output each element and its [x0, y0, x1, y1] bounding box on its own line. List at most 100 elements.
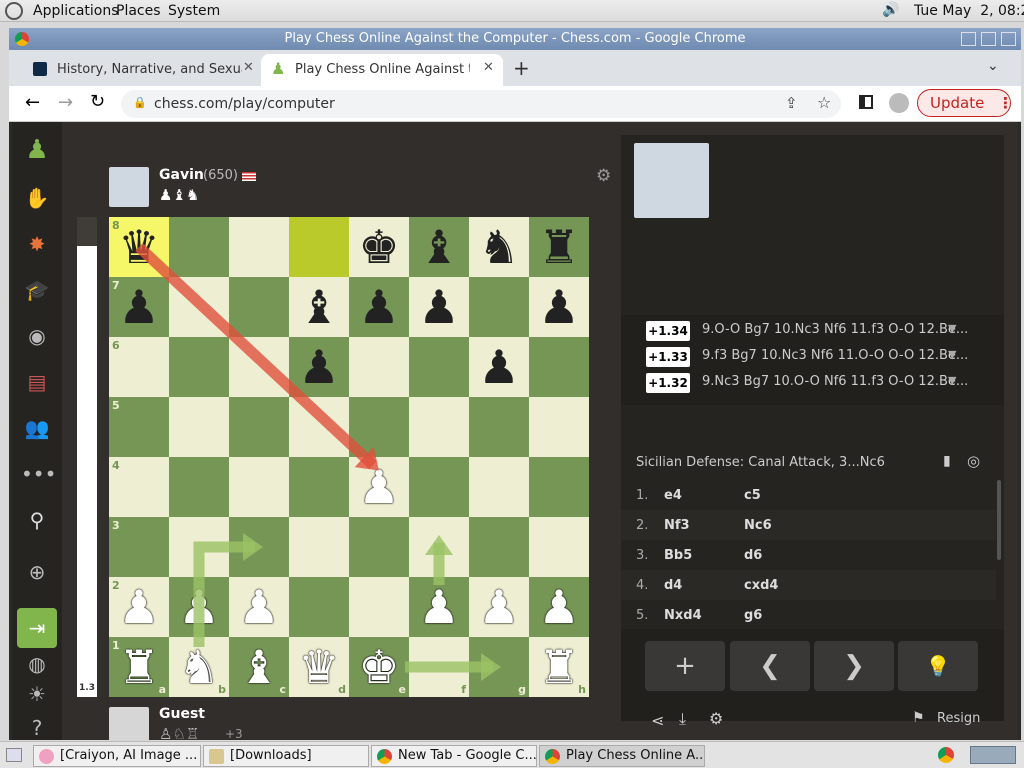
engine-line[interactable]: +1.33 9.f3 Bg7 10.Nc3 Nf6 11.O-O O-O 12.… [636, 343, 981, 369]
scrollbar[interactable] [997, 480, 1001, 560]
square-c6[interactable] [229, 337, 289, 397]
show-desktop-icon[interactable] [6, 748, 22, 762]
puzzles-icon[interactable]: ✸ [21, 228, 53, 260]
opponent-name[interactable]: Gavin [159, 167, 204, 183]
tab-chess[interactable]: ♟ Play Chess Online Against the ✕ [261, 54, 503, 86]
square-g3[interactable] [469, 517, 529, 577]
white-king-e1[interactable]: ♚ [349, 637, 409, 697]
square-b4[interactable] [169, 457, 229, 517]
white-move[interactable]: Nxd4 [664, 608, 702, 623]
black-move[interactable]: d6 [744, 548, 762, 563]
resign-button[interactable]: Resign [937, 711, 980, 726]
square-d2[interactable] [289, 577, 349, 637]
square-g5[interactable] [469, 397, 529, 457]
white-pawn-f2[interactable]: ♟ [409, 577, 469, 637]
tab-history[interactable]: History, Narrative, and Sexual ✕ [25, 54, 257, 86]
black-bishop-d7[interactable]: ♝ [289, 277, 349, 337]
tab-close-icon[interactable]: ✕ [243, 60, 254, 75]
black-pawn-d6[interactable]: ♟ [289, 337, 349, 397]
square-c5[interactable] [229, 397, 289, 457]
play-icon[interactable]: ✋ [21, 182, 53, 214]
black-move[interactable]: Nc6 [744, 518, 772, 533]
square-c3[interactable] [229, 517, 289, 577]
black-knight-g8[interactable]: ♞ [469, 217, 529, 277]
white-knight-b1[interactable]: ♞ [169, 637, 229, 697]
square-c4[interactable] [229, 457, 289, 517]
book-icon[interactable]: ▮ [943, 453, 951, 469]
help-icon[interactable]: ? [21, 712, 53, 744]
add-move-button[interactable]: + [645, 641, 725, 691]
previous-move-button[interactable]: ❮ [730, 641, 810, 691]
settings-gear-icon[interactable]: ⚙ [709, 709, 723, 728]
player-name[interactable]: Guest [159, 706, 205, 722]
square-g7[interactable] [469, 277, 529, 337]
learn-icon[interactable]: 🎓 [21, 274, 53, 306]
login-icon[interactable]: ⇥ [17, 608, 57, 648]
volume-icon[interactable]: 🔊 [882, 2, 899, 18]
places-menu[interactable]: Places [116, 3, 161, 19]
applications-menu[interactable]: Applications [33, 3, 119, 19]
clock[interactable]: Tue May 2, 08:25 [914, 3, 1024, 19]
square-d8[interactable] [289, 217, 349, 277]
square-a3[interactable]: 3 [109, 517, 169, 577]
taskbar-item-newtab[interactable]: New Tab - Google C... [371, 745, 537, 767]
white-move[interactable]: e4 [664, 488, 682, 503]
square-h3[interactable] [529, 517, 589, 577]
close-button[interactable] [1001, 32, 1016, 46]
white-queen-d1[interactable]: ♛ [289, 637, 349, 697]
black-bishop-f8[interactable]: ♝ [409, 217, 469, 277]
chrome-tray-icon[interactable] [938, 747, 954, 763]
workspace-switcher[interactable] [970, 746, 1016, 764]
forward-icon[interactable]: → [58, 92, 73, 113]
taskbar-item-craiyon[interactable]: [Craiyon, AI Image ... [33, 745, 201, 767]
square-d3[interactable] [289, 517, 349, 577]
expand-chevron-icon[interactable]: ▼ [948, 374, 956, 387]
black-king-e8[interactable]: ♚ [349, 217, 409, 277]
white-move[interactable]: Bb5 [664, 548, 692, 563]
social-icon[interactable]: 👥 [21, 412, 53, 444]
download-icon[interactable]: ⤓ [679, 709, 686, 729]
white-pawn-h2[interactable]: ♟ [529, 577, 589, 637]
bookmark-star-icon[interactable]: ☆ [817, 93, 831, 112]
explorer-compass-icon[interactable]: ◎ [967, 452, 980, 470]
square-e2[interactable] [349, 577, 409, 637]
square-e6[interactable] [349, 337, 409, 397]
profile-avatar-icon[interactable] [889, 93, 909, 113]
white-pawn-b2[interactable]: ♟ [169, 577, 229, 637]
black-move[interactable]: cxd4 [744, 578, 778, 593]
square-h4[interactable] [529, 457, 589, 517]
square-d4[interactable] [289, 457, 349, 517]
language-globe-icon[interactable]: ◍ [21, 648, 53, 680]
square-h5[interactable] [529, 397, 589, 457]
black-queen-a8[interactable]: ♛ [109, 217, 169, 277]
engine-line[interactable]: +1.32 9.Nc3 Bg7 10.O-O Nf6 11.f3 O-O 12.… [636, 369, 981, 395]
square-d5[interactable] [289, 397, 349, 457]
square-c7[interactable] [229, 277, 289, 337]
search-icon[interactable]: ⚲ [21, 504, 53, 536]
black-pawn-g6[interactable]: ♟ [469, 337, 529, 397]
share-icon[interactable]: ⋖ [651, 711, 664, 730]
black-move[interactable]: g6 [744, 608, 762, 623]
system-menu[interactable]: System [168, 3, 220, 19]
white-pawn-a2[interactable]: ♟ [109, 577, 169, 637]
square-c8[interactable] [229, 217, 289, 277]
square-b7[interactable] [169, 277, 229, 337]
more-icon[interactable]: ••• [21, 458, 56, 490]
black-pawn-h7[interactable]: ♟ [529, 277, 589, 337]
resign-flag-icon[interactable]: ⚑ [912, 710, 925, 726]
watch-icon[interactable]: ◉ [21, 320, 53, 352]
opponent-avatar[interactable] [109, 167, 149, 207]
square-g1[interactable]: g [469, 637, 529, 697]
white-pawn-c2[interactable]: ♟ [229, 577, 289, 637]
address-bar[interactable]: 🔒 chess.com/play/computer ⇪ ☆ [121, 90, 841, 118]
white-bishop-c1[interactable]: ♝ [229, 637, 289, 697]
square-f5[interactable] [409, 397, 469, 457]
square-a5[interactable]: 5 [109, 397, 169, 457]
theme-icon[interactable]: ☀ [21, 678, 53, 710]
white-move[interactable]: d4 [664, 578, 682, 593]
board-settings-gear-icon[interactable]: ⚙ [596, 166, 611, 186]
back-icon[interactable]: ← [25, 92, 40, 113]
white-rook-a1[interactable]: ♜ [109, 637, 169, 697]
engine-line[interactable]: +1.34 9.O-O Bg7 10.Nc3 Nf6 11.f3 O-O 12.… [636, 317, 981, 343]
white-move[interactable]: Nf3 [664, 518, 690, 533]
